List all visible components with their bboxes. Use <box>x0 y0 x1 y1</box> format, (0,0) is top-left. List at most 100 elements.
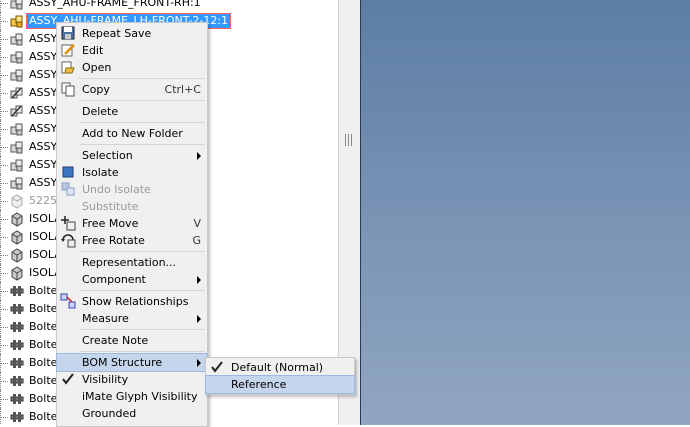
part-icon <box>9 211 25 227</box>
tree-connector <box>0 309 8 310</box>
part-icon <box>9 229 25 245</box>
menu-item-open[interactable]: Open <box>57 59 207 76</box>
menu-separator <box>79 351 205 352</box>
bolted-connection-icon <box>9 337 25 353</box>
save-icon <box>60 25 76 41</box>
submenu-arrow-icon <box>197 315 201 323</box>
part-icon <box>9 247 25 263</box>
menu-item-label: Repeat Save <box>82 27 152 40</box>
menu-item-isolate[interactable]: Isolate <box>57 164 207 181</box>
tree-connector <box>0 219 8 220</box>
assembly-icon <box>9 67 25 83</box>
tree-connector <box>0 39 8 40</box>
tree-connector <box>0 183 8 184</box>
edit-icon <box>60 42 76 58</box>
tree-connector <box>0 129 8 130</box>
assembly-icon <box>9 157 25 173</box>
menu-item-label: Selection <box>82 149 133 162</box>
tree-connector <box>0 3 8 4</box>
menu-item-shortcut: Ctrl+C <box>164 83 201 96</box>
menu-item-label: Delete <box>82 105 119 118</box>
tree-connector <box>0 75 8 76</box>
bom-option-reference[interactable]: Reference <box>205 375 355 394</box>
menu-item-label: Copy <box>82 83 110 96</box>
menu-separator <box>79 329 205 330</box>
menu-item-label: Isolate <box>82 166 119 179</box>
assembly-active-icon <box>9 13 25 29</box>
menu-item-create-note[interactable]: Create Note <box>57 332 207 349</box>
menu-item-label: BOM Structure <box>82 356 163 369</box>
menu-item-free-rotate[interactable]: Free Rotate G <box>57 232 207 249</box>
menu-item-repeat-save[interactable]: Repeat Save <box>57 25 207 42</box>
tree-row[interactable]: ASSY_AHU-FRAME_FRONT-RH:1 <box>0 0 338 12</box>
menu-item-label: Substitute <box>82 200 139 213</box>
assembly-icon <box>9 49 25 65</box>
assembly-icon <box>9 175 25 191</box>
menu-item-representation[interactable]: Representation... <box>57 254 207 271</box>
submenu-arrow-icon <box>197 276 201 284</box>
assembly-icon <box>9 31 25 47</box>
menu-item-label: Free Rotate <box>82 234 145 247</box>
tree-connector <box>0 57 8 58</box>
tree-connector <box>0 363 8 364</box>
menu-item-label: Component <box>82 273 146 286</box>
submenu-item-label: Reference <box>231 378 287 391</box>
tree-connector <box>0 165 8 166</box>
bom-option-default-normal[interactable]: Default (Normal) <box>206 359 354 376</box>
free-rotate-icon <box>60 232 76 248</box>
menu-separator <box>79 251 205 252</box>
tree-connector <box>0 399 8 400</box>
menu-item-label: iMate Glyph Visibility <box>82 390 198 403</box>
tree-connector <box>0 273 8 274</box>
menu-item-copy[interactable]: Copy Ctrl+C <box>57 81 207 98</box>
assembly-icon <box>9 139 25 155</box>
menu-item-delete[interactable]: Delete <box>57 103 207 120</box>
graphics-viewport[interactable] <box>360 0 690 425</box>
submenu-arrow-icon <box>197 359 201 367</box>
tree-connector <box>0 147 8 148</box>
menu-item-measure[interactable]: Measure <box>57 310 207 327</box>
menu-item-imate-glyph-visibility[interactable]: iMate Glyph Visibility <box>57 388 207 405</box>
menu-item-label: Measure <box>82 312 129 325</box>
menu-item-label: Grounded <box>82 407 137 420</box>
part-icon <box>9 265 25 281</box>
menu-item-free-move[interactable]: Free Move V <box>57 215 207 232</box>
checkmark-icon <box>209 359 225 375</box>
menu-item-bom-structure[interactable]: BOM Structure <box>56 353 208 372</box>
menu-item-label: Create Note <box>82 334 149 347</box>
menu-item-selection[interactable]: Selection <box>57 147 207 164</box>
tree-connector <box>0 255 8 256</box>
tree-connector <box>0 381 8 382</box>
relationships-icon <box>60 293 76 309</box>
menu-item-undo-isolate[interactable]: Undo Isolate <box>57 181 207 198</box>
copy-icon <box>60 81 76 97</box>
menu-item-label: Add to New Folder <box>82 127 183 140</box>
menu-item-label: Open <box>82 61 112 74</box>
menu-item-grounded[interactable]: Grounded <box>57 405 207 422</box>
bolted-connection-icon <box>9 283 25 299</box>
menu-separator <box>79 290 205 291</box>
bolted-connection-icon <box>9 355 25 371</box>
menu-item-visibility[interactable]: Visibility <box>57 371 207 388</box>
tree-connector <box>0 237 8 238</box>
menu-item-label: Representation... <box>82 256 177 269</box>
menu-item-label: Visibility <box>82 373 129 386</box>
menu-item-label: Edit <box>82 44 104 57</box>
menu-item-label: Undo Isolate <box>82 183 151 196</box>
menu-item-shortcut: V <box>193 217 201 230</box>
assembly-edit-icon <box>9 103 25 119</box>
menu-separator <box>79 122 205 123</box>
menu-item-add-to-new-folder[interactable]: Add to New Folder <box>57 125 207 142</box>
bom-structure-submenu: Default (Normal) Reference <box>205 357 355 395</box>
bolted-connection-icon <box>9 319 25 335</box>
tree-connector <box>0 417 8 418</box>
context-menu: Repeat Save Edit Open Copy Ctrl+C Delete Add t… <box>56 22 208 427</box>
menu-item-substitute[interactable]: Substitute <box>57 198 207 215</box>
splitter-grip-icon[interactable] <box>344 134 354 146</box>
bolted-connection-icon <box>9 391 25 407</box>
menu-item-edit[interactable]: Edit <box>57 42 207 59</box>
menu-item-component[interactable]: Component <box>57 271 207 288</box>
menu-item-shortcut: G <box>192 234 201 247</box>
menu-item-show-relationships[interactable]: Show Relationships <box>57 293 207 310</box>
tree-connector <box>0 327 8 328</box>
